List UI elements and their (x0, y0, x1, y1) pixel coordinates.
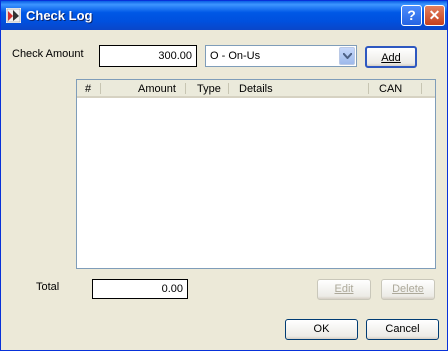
check-list[interactable]: # Amount Type Details CAN (76, 79, 436, 269)
window-title: Check Log (26, 8, 93, 23)
ok-button-label: OK (313, 323, 330, 335)
column-number[interactable]: # (85, 83, 91, 95)
add-button-label: Add (381, 52, 401, 64)
close-button[interactable]: ✕ (424, 5, 445, 26)
close-icon: ✕ (428, 7, 441, 23)
check-log-app-icon (6, 8, 21, 23)
delete-button-label: Delete (392, 283, 424, 295)
add-button[interactable]: Add (365, 46, 417, 68)
check-type-dropdown[interactable]: O - On-Us (205, 45, 357, 67)
total-label: Total (36, 281, 60, 293)
column-amount[interactable]: Amount (138, 83, 176, 95)
column-details[interactable]: Details (239, 83, 273, 95)
ok-button[interactable]: OK (285, 319, 358, 340)
column-divider[interactable] (228, 83, 229, 94)
column-divider[interactable] (368, 83, 369, 94)
delete-button[interactable]: Delete (381, 279, 435, 300)
edit-button[interactable]: Edit (317, 279, 371, 300)
total-value: 0.00 (92, 279, 188, 299)
column-type[interactable]: Type (197, 83, 221, 95)
cancel-button-label: Cancel (385, 323, 420, 335)
chevron-down-icon (343, 53, 352, 59)
list-header: # Amount Type Details CAN (77, 80, 435, 98)
check-amount-input[interactable]: 300.00 (99, 45, 197, 67)
column-divider[interactable] (185, 83, 186, 94)
title-bar: Check Log ? ✕ (1, 1, 447, 30)
column-can[interactable]: CAN (379, 83, 402, 95)
edit-button-label: Edit (334, 283, 354, 295)
column-divider[interactable] (100, 83, 101, 94)
check-log-dialog: Check Log ? ✕ Check Amount 300.00 O - On… (0, 0, 448, 351)
check-amount-label: Check Amount (12, 48, 84, 60)
column-divider[interactable] (421, 83, 422, 94)
dropdown-button[interactable] (339, 47, 355, 65)
cancel-button[interactable]: Cancel (366, 319, 439, 340)
help-button[interactable]: ? (401, 5, 422, 26)
help-icon: ? (407, 7, 416, 23)
check-type-value: O - On-Us (210, 50, 261, 62)
